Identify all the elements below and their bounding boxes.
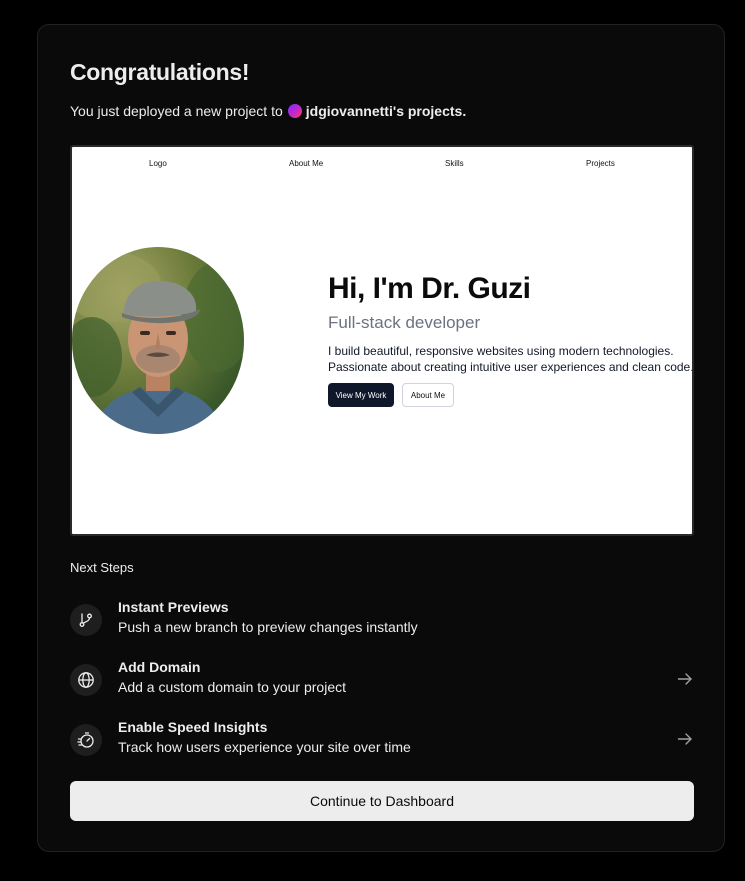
preview-nav-about: About Me	[289, 159, 324, 168]
view-my-work-button[interactable]: View My Work	[328, 383, 394, 407]
preview-heading: Hi, I'm Dr. Guzi	[328, 272, 531, 305]
team-name: jdgiovannetti's projects.	[305, 103, 467, 119]
deploy-subtitle: You just deployed a new project to jdgio…	[70, 103, 466, 119]
step-title: Instant Previews	[118, 599, 229, 615]
globe-icon	[70, 664, 102, 696]
about-me-button[interactable]: About Me	[402, 383, 454, 407]
step-title: Add Domain	[118, 659, 201, 675]
git-branch-icon	[70, 604, 102, 636]
arrow-right-icon[interactable]	[676, 670, 694, 688]
step-instant-previews[interactable]: Instant Previews Push a new branch to pr…	[70, 599, 694, 641]
preview-bio: I build beautiful, responsive websites u…	[328, 343, 694, 375]
page-title: Congratulations!	[70, 59, 250, 85]
step-add-domain[interactable]: Add Domain Add a custom domain to your p…	[70, 659, 694, 701]
speed-gauge-icon	[70, 724, 102, 756]
deployment-success-card: Congratulations! You just deployed a new…	[37, 24, 725, 852]
preview-nav-skills: Skills	[445, 159, 464, 168]
profile-photo	[72, 247, 244, 434]
preview-role: Full-stack developer	[328, 313, 481, 332]
step-speed-insights[interactable]: Enable Speed Insights Track how users ex…	[70, 719, 694, 761]
preview-nav: Logo About Me Skills Projects	[72, 159, 692, 171]
preview-nav-projects: Projects	[586, 159, 615, 168]
subtitle-text: You just deployed a new project to	[70, 103, 283, 119]
team-avatar	[287, 104, 302, 118]
step-description: Push a new branch to preview changes ins…	[118, 619, 418, 635]
deployment-preview[interactable]: Logo About Me Skills Projects Hi, I'm Dr…	[70, 145, 694, 536]
preview-bio-line: I build beautiful, responsive websites u…	[328, 344, 674, 358]
arrow-right-icon[interactable]	[676, 730, 694, 748]
preview-bio-line: Passionate about creating intuitive user…	[328, 360, 694, 374]
continue-to-dashboard-button[interactable]: Continue to Dashboard	[70, 781, 694, 821]
step-title: Enable Speed Insights	[118, 719, 268, 735]
step-description: Track how users experience your site ove…	[118, 739, 411, 755]
step-description: Add a custom domain to your project	[118, 679, 347, 695]
next-steps-title: Next Steps	[70, 560, 134, 575]
preview-nav-logo: Logo	[149, 159, 167, 168]
